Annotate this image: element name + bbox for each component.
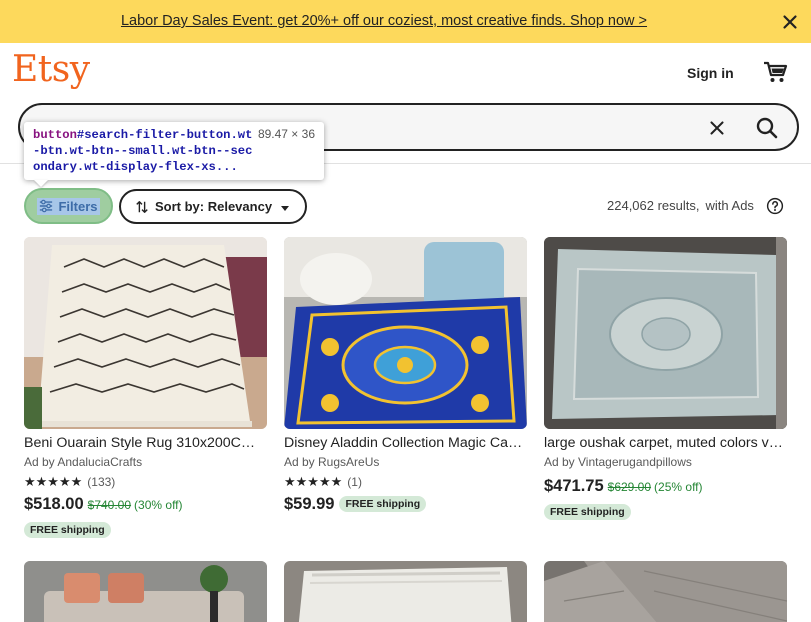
star-rating-icon: ★★★★★ xyxy=(24,474,83,489)
price-row: $518.00 $740.00 (30% off) xyxy=(24,495,267,514)
filters-highlight: Filters xyxy=(37,197,100,215)
inspector-selector: button#search-filter-button.wt-btn.wt-bt… xyxy=(33,127,253,175)
free-shipping-badge: FREE shipping xyxy=(544,504,631,520)
listing-price: $471.75 xyxy=(544,477,604,495)
listing-image[interactable] xyxy=(544,561,787,622)
cart-icon[interactable] xyxy=(762,59,788,85)
listing-image[interactable] xyxy=(24,561,267,622)
sort-label: Sort by: Relevancy xyxy=(155,199,273,214)
promo-banner: Labor Day Sales Event: get 20%+ off our … xyxy=(0,0,811,43)
listing-image[interactable] xyxy=(284,237,527,429)
rug-image xyxy=(544,561,787,622)
sort-arrows-icon xyxy=(136,200,148,213)
listing-original-price: $629.00 xyxy=(607,480,652,494)
filters-button[interactable]: Filters xyxy=(24,188,113,224)
listing-image[interactable] xyxy=(544,237,787,429)
sliders-icon xyxy=(40,199,53,213)
inspector-tooltip-arrow xyxy=(34,180,48,187)
listing-title[interactable]: large oushak carpet, muted colors vintag… xyxy=(544,435,784,451)
listing-card[interactable]: Beni Ouarain Style Rug 310x200Cm, Handma… xyxy=(24,237,267,538)
clear-icon[interactable] xyxy=(706,117,728,139)
free-shipping-badge: FREE shipping xyxy=(24,522,111,538)
caret-down-icon xyxy=(281,205,290,211)
listing-price: $59.99 xyxy=(284,495,335,513)
price-row: $471.75 $629.00 (25% off) xyxy=(544,477,787,496)
etsy-logo[interactable]: Etsy xyxy=(12,49,90,90)
help-icon[interactable] xyxy=(766,197,784,215)
results-count: 224,062 results, xyxy=(607,198,700,213)
price-row: $59.99 FREE shipping xyxy=(284,495,527,514)
results-summary: 224,062 results, with Ads xyxy=(607,198,754,213)
listing-image[interactable] xyxy=(284,561,527,622)
listing-shop: Ad by AndaluciaCrafts xyxy=(24,455,143,469)
listing-shop: Ad by Vintagerugandpillows xyxy=(544,455,692,469)
promo-link[interactable]: Labor Day Sales Event: get 20%+ off our … xyxy=(0,13,768,29)
listing-card[interactable]: large oushak carpet, muted colors vintag… xyxy=(544,237,787,520)
search-icon xyxy=(756,117,778,139)
listing-original-price: $740.00 xyxy=(87,498,132,512)
inspector-tag: button xyxy=(33,128,77,142)
listing-price: $518.00 xyxy=(24,495,84,513)
listing-rating: ★★★★★ (1) xyxy=(284,474,527,489)
rug-image xyxy=(284,237,527,429)
rug-image xyxy=(24,237,267,429)
listing-rating: ★★★★★ (133) xyxy=(24,474,267,489)
rug-image xyxy=(544,237,787,429)
inspector-dimensions: 89.47 × 36 xyxy=(257,127,315,141)
rating-count: (133) xyxy=(87,475,116,489)
search-button[interactable] xyxy=(751,112,783,144)
listing-title[interactable]: Disney Aladdin Collection Magic Carpet A… xyxy=(284,435,524,451)
inspector-tooltip: button#search-filter-button.wt-btn.wt-bt… xyxy=(24,122,324,180)
results-ads-label: with Ads xyxy=(705,198,754,213)
free-shipping-badge: FREE shipping xyxy=(339,496,427,512)
listing-shop: Ad by RugsAreUs xyxy=(284,455,380,469)
rug-image xyxy=(24,561,267,622)
listing-card[interactable]: Disney Aladdin Collection Magic Carpet A… xyxy=(284,237,527,514)
rating-count: (1) xyxy=(347,475,362,489)
listing-image[interactable] xyxy=(24,237,267,429)
sign-in-button[interactable]: Sign in xyxy=(687,65,734,81)
rug-image xyxy=(284,561,527,622)
listing-discount: (30% off) xyxy=(134,498,183,512)
close-icon[interactable] xyxy=(779,11,801,33)
filters-label: Filters xyxy=(58,198,98,214)
star-rating-icon: ★★★★★ xyxy=(284,474,343,489)
sort-button[interactable]: Sort by: Relevancy xyxy=(119,189,307,224)
listing-title[interactable]: Beni Ouarain Style Rug 310x200Cm, Handma… xyxy=(24,435,264,451)
listing-discount: (25% off) xyxy=(654,480,703,494)
